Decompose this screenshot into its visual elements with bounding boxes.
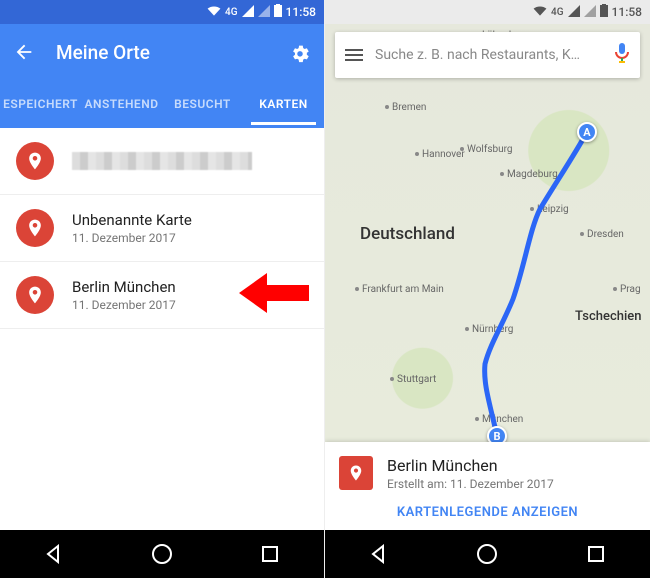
clock: 11:58 xyxy=(286,5,316,19)
phone-right: 4G 11:58 DeutschlandTschechien LübeckHam… xyxy=(325,0,650,578)
info-title: Berlin München xyxy=(387,456,554,475)
list-item[interactable]: Unbenannte Karte 11. Dezember 2017 xyxy=(0,195,324,262)
wifi-icon xyxy=(207,5,221,19)
item-subtitle: 11. Dezember 2017 xyxy=(72,231,308,245)
network-type: 4G xyxy=(225,7,238,18)
back-icon[interactable] xyxy=(12,40,36,64)
hamburger-icon[interactable] xyxy=(345,49,363,61)
signal-icon xyxy=(568,5,580,20)
android-navbar xyxy=(0,530,324,578)
network-type: 4G xyxy=(551,7,564,18)
signal-icon xyxy=(242,5,254,20)
signal-icon-2 xyxy=(584,5,596,20)
status-bar: 4G 11:58 xyxy=(0,0,324,24)
mic-icon[interactable] xyxy=(614,43,630,67)
battery-icon xyxy=(600,4,608,20)
nav-recent-icon[interactable] xyxy=(256,540,284,568)
nav-back-icon[interactable] xyxy=(365,540,393,568)
route-line xyxy=(325,24,650,484)
tab-upcoming[interactable]: ANSTEHEND xyxy=(81,83,162,125)
list-item[interactable] xyxy=(0,128,324,195)
android-navbar xyxy=(325,530,650,578)
list-item[interactable]: Berlin München 11. Dezember 2017 xyxy=(0,262,324,329)
pin-icon xyxy=(339,456,373,490)
tabs: ESPEICHERT ANSTEHEND BESUCHT KARTEN xyxy=(0,80,324,128)
page-title: Meine Orte xyxy=(56,41,288,64)
clock: 11:58 xyxy=(612,5,642,19)
phone-left: 4G 11:58 Meine Orte ESPEICHERT ANSTEHEN xyxy=(0,0,325,578)
maps-list: Unbenannte Karte 11. Dezember 2017 Berli… xyxy=(0,128,324,530)
legend-button[interactable]: KARTENLEGENDE ANZEIGEN xyxy=(339,505,636,520)
blurred-title xyxy=(72,152,252,170)
info-subtitle: Erstellt am: 11. Dezember 2017 xyxy=(387,477,554,491)
gear-icon[interactable] xyxy=(288,40,312,64)
nav-recent-icon[interactable] xyxy=(582,540,610,568)
toolbar: Meine Orte xyxy=(0,24,324,80)
battery-icon xyxy=(274,4,282,20)
wifi-icon xyxy=(533,5,547,19)
pin-icon xyxy=(16,276,54,314)
signal-icon-2 xyxy=(258,5,270,20)
tab-saved[interactable]: ESPEICHERT xyxy=(0,83,81,125)
pin-icon xyxy=(16,209,54,247)
tab-maps[interactable]: KARTEN xyxy=(243,83,324,125)
tab-visited[interactable]: BESUCHT xyxy=(162,83,243,125)
marker-a[interactable]: A xyxy=(577,122,597,142)
nav-back-icon[interactable] xyxy=(40,540,68,568)
map[interactable]: DeutschlandTschechien LübeckHamburgBreme… xyxy=(325,24,650,530)
item-title: Unbenannte Karte xyxy=(72,211,308,229)
highlight-arrow-icon xyxy=(239,271,309,319)
search-input[interactable]: Suche z. B. nach Restaurants, K… xyxy=(375,47,602,63)
search-bar: Suche z. B. nach Restaurants, K… xyxy=(335,32,640,78)
nav-home-icon[interactable] xyxy=(473,540,501,568)
nav-home-icon[interactable] xyxy=(148,540,176,568)
pin-icon xyxy=(16,142,54,180)
map-info-card: Berlin München Erstellt am: 11. Dezember… xyxy=(325,442,650,530)
status-bar: 4G 11:58 xyxy=(325,0,650,24)
